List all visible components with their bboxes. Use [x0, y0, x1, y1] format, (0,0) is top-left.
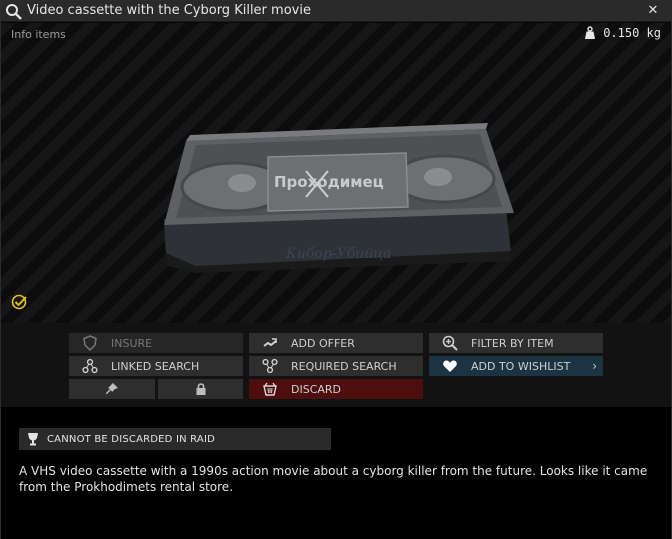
item-inspect-window: Video cassette with the Cyborg Killer mo…	[0, 0, 672, 539]
linked-search-button[interactable]: LINKED SEARCH	[69, 356, 243, 376]
title-bar[interactable]: Video cassette with the Cyborg Killer mo…	[1, 1, 671, 22]
item-weight: 0.150 kg	[583, 26, 661, 40]
add-offer-button[interactable]: ADD OFFER	[249, 333, 423, 353]
link-nodes-icon	[79, 356, 101, 376]
required-nodes-icon	[259, 356, 281, 376]
weight-icon	[583, 26, 597, 40]
add-to-wishlist-label: ADD TO WISHLIST	[471, 359, 571, 373]
raid-restriction-text: CANNOT BE DISCARDED IN RAID	[47, 433, 216, 445]
lock-button[interactable]	[158, 379, 243, 399]
filter-by-item-button[interactable]: FILTER BY ITEM	[429, 333, 603, 353]
raid-restriction-badge: CANNOT BE DISCARDED IN RAID	[19, 428, 331, 450]
heart-icon	[439, 356, 461, 376]
discard-basket-icon	[259, 379, 281, 399]
svg-text:Кибор-Убийца: Кибор-Убийца	[285, 246, 391, 262]
action-panel: INSURE ADD OFFER FILTER BY ITEM LINKED S…	[1, 323, 671, 407]
window-title: Video cassette with the Cyborg Killer mo…	[27, 3, 311, 18]
item-info-section: CANNOT BE DISCARDED IN RAID A VHS video …	[1, 407, 671, 539]
lock-icon	[190, 379, 212, 399]
close-button[interactable]: ✕	[643, 2, 663, 20]
cassette-brand-label: Проходимец	[274, 173, 384, 191]
item-preview: Info items 0.150 kg Кибор-Убийца Проходи…	[1, 23, 671, 323]
pin-icon	[101, 379, 123, 399]
handshake-icon	[259, 333, 281, 353]
discard-label: DISCARD	[291, 382, 342, 396]
linked-search-label: LINKED SEARCH	[111, 359, 200, 373]
discard-button[interactable]: DISCARD	[249, 379, 423, 399]
filter-by-item-label: FILTER BY ITEM	[471, 336, 554, 350]
chevron-right-icon: ›	[592, 359, 597, 373]
item-category-label: Info items	[11, 28, 66, 41]
examined-check-icon	[11, 293, 29, 311]
insure-label: INSURE	[111, 336, 153, 350]
shield-icon	[79, 333, 101, 353]
weight-value: 0.150 kg	[603, 26, 661, 40]
search-plus-icon	[439, 333, 461, 353]
item-description: A VHS video cassette with a 1990s action…	[19, 464, 648, 494]
pin-button[interactable]	[69, 379, 155, 399]
magnifier-icon	[5, 3, 23, 21]
required-search-button[interactable]: REQUIRED SEARCH	[249, 356, 423, 376]
required-search-label: REQUIRED SEARCH	[291, 359, 397, 373]
add-to-wishlist-button[interactable]: ADD TO WISHLIST ›	[429, 356, 603, 376]
add-offer-label: ADD OFFER	[291, 336, 355, 350]
vhs-cassette-image: Кибор-Убийца Проходимец	[164, 123, 514, 273]
trophy-cup-icon	[25, 431, 41, 447]
insure-button[interactable]: INSURE	[69, 333, 243, 353]
